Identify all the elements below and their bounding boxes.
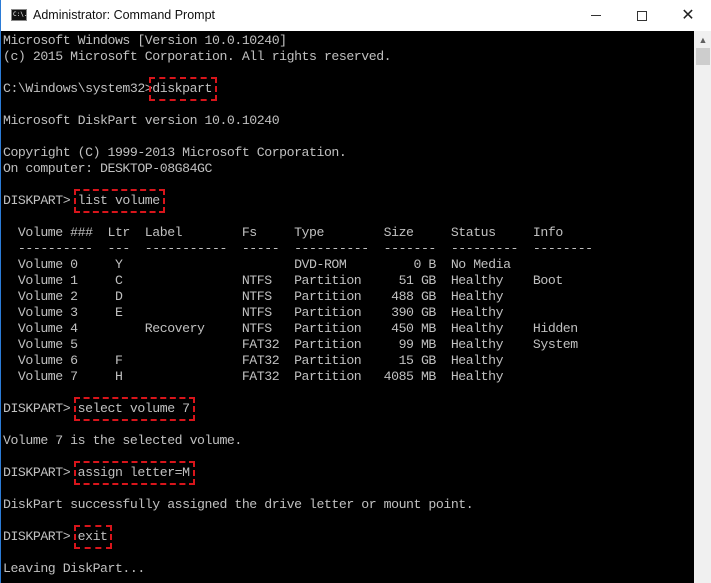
console-line: Copyright (C) 1999-2013 Microsoft Corpor… (3, 145, 347, 160)
window-title: Administrator: Command Prompt (33, 8, 216, 22)
console-output[interactable]: Microsoft Windows [Version 10.0.10240] (c… (1, 31, 694, 583)
console-line: Microsoft Windows [Version 10.0.10240] (3, 33, 287, 48)
title-bar[interactable]: C:\. Administrator: Command Prompt ✕ (1, 0, 711, 31)
highlighted-command-box (74, 525, 112, 549)
console-line: On computer: DESKTOP-08G84GC (3, 161, 212, 176)
highlighted-command-box (74, 189, 165, 213)
console-line: Leaving DiskPart... (3, 561, 145, 576)
highlighted-command-box (74, 397, 195, 421)
console-line: Volume ### Ltr Label Fs Type Size Status… (3, 225, 563, 240)
console-line: Microsoft DiskPart version 10.0.10240 (3, 113, 280, 128)
vertical-scrollbar[interactable]: ▲ (694, 31, 711, 583)
maximize-icon (637, 10, 647, 21)
scroll-up-arrow-icon[interactable]: ▲ (694, 31, 711, 48)
console-line: Volume 2 D NTFS Partition 488 GB Healthy (3, 289, 504, 304)
minimize-button[interactable] (573, 0, 619, 31)
console-line: Volume 5 FAT32 Partition 99 MB Healthy S… (3, 337, 578, 352)
command-prompt-window: C:\. Administrator: Command Prompt ✕ Mic… (0, 0, 711, 583)
console-line: DiskPart successfully assigned the drive… (3, 497, 474, 512)
close-button[interactable]: ✕ (665, 0, 711, 31)
console-line: Volume 7 H FAT32 Partition 4085 MB Healt… (3, 369, 504, 384)
console-line: Volume 6 F FAT32 Partition 15 GB Healthy (3, 353, 504, 368)
console-line: Volume 0 Y DVD-ROM 0 B No Media (3, 257, 511, 272)
console-line: Volume 1 C NTFS Partition 51 GB Healthy … (3, 273, 563, 288)
command-prompt-icon: C:\. (11, 9, 27, 21)
console-line: Volume 7 is the selected volume. (3, 433, 242, 448)
console-line: ---------- --- ----------- ----- -------… (3, 241, 593, 256)
maximize-button[interactable] (619, 0, 665, 31)
console-line: (c) 2015 Microsoft Corporation. All righ… (3, 49, 392, 64)
console-line: Volume 4 Recovery NTFS Partition 450 MB … (3, 321, 578, 336)
minimize-icon (591, 15, 601, 16)
highlighted-command-box (149, 77, 217, 101)
close-icon: ✕ (681, 6, 695, 24)
console-line: Volume 3 E NTFS Partition 390 GB Healthy (3, 305, 504, 320)
highlighted-command-box (74, 461, 195, 485)
scroll-thumb[interactable] (696, 48, 710, 65)
